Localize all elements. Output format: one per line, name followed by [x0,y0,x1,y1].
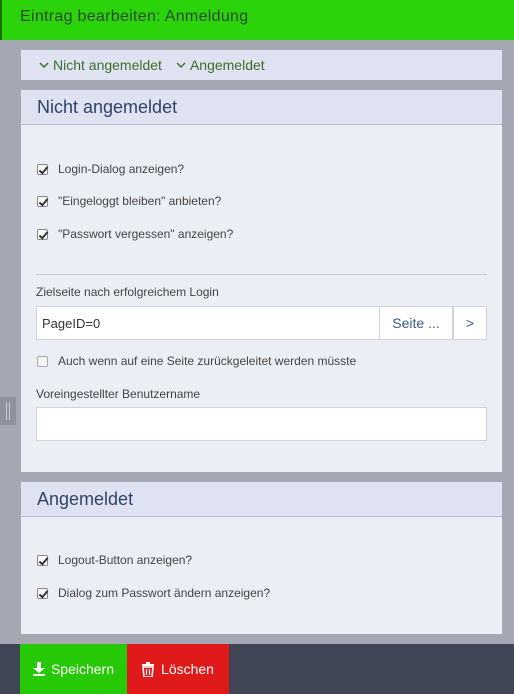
username-label: Voreingestellter Benutzername [36,387,201,401]
page-title: Eintrag bearbeiten: Anmeldung [20,8,249,25]
delete-button-label: Löschen [161,661,214,677]
panel-heading: Nicht angemeldet [21,90,502,125]
target-page-input[interactable]: PageID=0 [36,306,380,340]
chevron-down-icon [176,62,186,68]
grip-line [6,402,7,420]
checkbox-label: Logout-Button anzeigen? [58,553,193,567]
checkbox-row-login-dialog[interactable]: Login-Dialog anzeigen? [37,162,184,176]
open-page-button[interactable]: > [453,306,487,340]
anchor-nicht-angemeldet[interactable]: Nicht angemeldet [39,57,162,73]
panel-logged-in: Angemeldet Logout-Button anzeigen? Dialo… [21,482,502,634]
resize-handle[interactable] [0,397,16,425]
section-anchor-nav: Nicht angemeldet Angemeldet [21,50,502,80]
checkbox-logout-button[interactable] [37,554,48,566]
save-button[interactable]: Speichern [20,644,127,694]
chevron-down-icon [39,62,49,68]
save-button-label: Speichern [50,661,115,677]
checkbox-row-forgot-password[interactable]: "Passwort vergessen" anzeigen? [37,227,233,241]
checkbox-row-change-password[interactable]: Dialog zum Passwort ändern anzeigen? [37,586,270,600]
download-icon [32,662,45,676]
action-footer: Speichern Löschen [0,644,514,694]
checkbox-change-password[interactable] [37,587,48,599]
checkbox-label: Dialog zum Passwort ändern anzeigen? [58,586,271,600]
anchor-label: Nicht angemeldet [53,57,162,73]
checkbox-stay-logged-in[interactable] [37,195,48,207]
checkbox-label: "Passwort vergessen" anzeigen? [58,227,234,241]
anchor-angemeldet[interactable]: Angemeldet [176,57,265,73]
checkbox-row-stay-logged-in[interactable]: "Eingeloggt bleiben" anbieten? [37,194,221,208]
delete-button[interactable]: Löschen [127,644,229,694]
anchor-label: Angemeldet [189,57,265,73]
checkbox-row-logout-button[interactable]: Logout-Button anzeigen? [37,553,192,567]
trash-icon [142,661,155,677]
checkbox-label: "Eingeloggt bleiben" anbieten? [58,194,222,208]
panel-heading: Angemeldet [21,482,502,517]
target-page-label: Zielseite nach erfolgreichem Login [36,285,219,299]
checkbox-forgot-password[interactable] [37,228,48,240]
checkbox-row-redirect[interactable]: Auch wenn auf eine Seite zurückgeleitet … [37,354,356,368]
panel-logged-out: Nicht angemeldet Login-Dialog anzeigen? … [21,90,502,472]
divider [36,274,487,275]
checkbox-login-dialog[interactable] [37,163,48,175]
checkbox-label: Login-Dialog anzeigen? [58,162,185,176]
checkbox-label: Auch wenn auf eine Seite zurückgeleitet … [58,354,357,368]
grip-line [9,402,10,420]
checkbox-redirect[interactable] [37,355,48,367]
select-page-button[interactable]: Seite ... [380,306,453,340]
username-input[interactable] [36,407,487,441]
page-header: Eintrag bearbeiten: Anmeldung [0,0,514,40]
